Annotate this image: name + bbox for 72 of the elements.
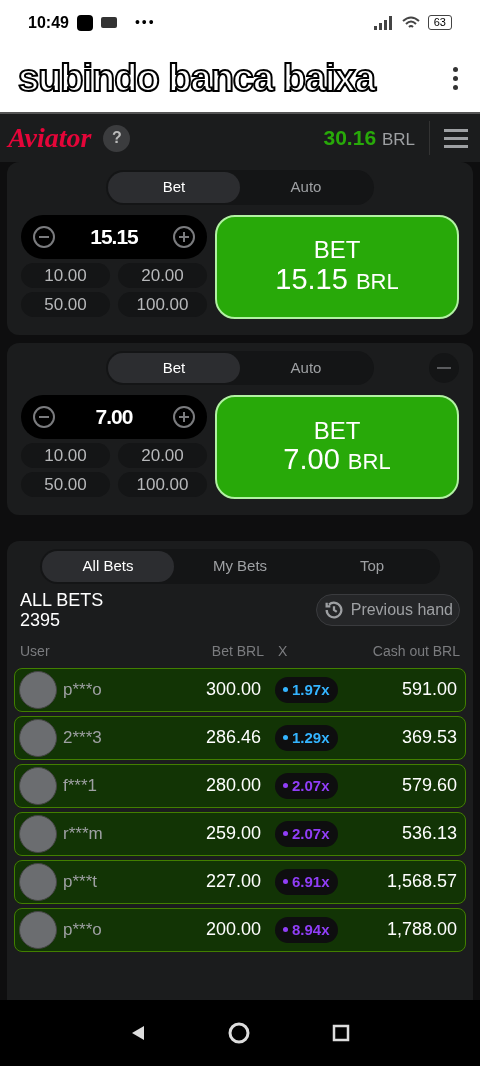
preset-amount-button[interactable]: 100.00 — [118, 472, 207, 497]
preset-amount-button[interactable]: 20.00 — [118, 262, 207, 288]
bets-title: ALL BETS — [20, 589, 104, 611]
multiplier-value: 1.29x — [292, 727, 330, 748]
preset-amount-button[interactable]: 20.00 — [118, 443, 207, 468]
avatar — [19, 670, 57, 709]
bet-amount-cell-text: 300.00 — [204, 678, 261, 702]
aviator-logo: Aviator — [8, 121, 92, 155]
back-icon[interactable] — [130, 1025, 147, 1041]
username: r***m — [63, 823, 104, 846]
more-icon: ••• — [134, 12, 156, 33]
status-time: 10:49 — [28, 12, 69, 33]
tab[interactable]: Bet — [108, 352, 240, 383]
battery-level: 63 — [427, 15, 452, 30]
remove-panel-button[interactable] — [429, 352, 459, 383]
tab[interactable]: Top — [306, 551, 438, 582]
preset-amount-button[interactable]: 50.00 — [21, 472, 110, 497]
avatar — [19, 718, 57, 757]
bets-count: 2395 — [20, 610, 62, 631]
avatar — [19, 814, 57, 853]
home-icon[interactable] — [227, 1021, 251, 1045]
app-icon — [76, 14, 93, 31]
cashout-cell-text: 579.60 — [400, 774, 458, 798]
username: p***t — [63, 871, 99, 894]
avatar — [19, 910, 57, 949]
cashout-cell-text: 1,568.57 — [385, 870, 458, 894]
bet-amount-cell-text: 286.46 — [204, 726, 261, 750]
recents-icon[interactable] — [331, 1024, 350, 1042]
preset-amount-button[interactable]: 100.00 — [118, 291, 207, 317]
video-caption: subindo banca baixa — [18, 56, 375, 101]
cashout-cell-text: 591.00 — [400, 678, 458, 702]
preset-amount-button[interactable]: 50.00 — [21, 291, 110, 317]
plus-icon[interactable] — [173, 406, 195, 428]
minus-icon[interactable] — [33, 225, 55, 248]
tab[interactable]: Auto — [240, 172, 372, 203]
column-header: Cash out BRL — [371, 641, 460, 661]
bet-amount-cell-text: 227.00 — [204, 870, 261, 894]
multiplier-value: 6.91x — [292, 871, 330, 892]
bet-amount-cell-text: 200.00 — [204, 918, 261, 942]
preset-amount-button[interactable]: 10.00 — [21, 262, 110, 288]
multiplier-value: 2.07x — [292, 823, 330, 844]
multiplier-value: 1.97x — [292, 679, 330, 700]
tab[interactable]: Bet — [108, 172, 240, 203]
tab[interactable]: Auto — [240, 352, 372, 383]
tab[interactable]: All Bets — [42, 551, 174, 582]
minus-icon[interactable] — [33, 406, 55, 428]
multiplier-value: 8.94x — [292, 919, 330, 940]
username: p***o — [63, 919, 103, 942]
bet-amount-cell-text: 280.00 — [204, 774, 261, 798]
wifi-icon — [401, 15, 420, 30]
cashout-cell-text: 536.13 — [400, 822, 458, 846]
username: f***1 — [63, 775, 99, 798]
balance: 30.16 BRL — [323, 125, 415, 152]
column-header: User — [20, 641, 51, 661]
cashout-cell-text: 369.53 — [400, 726, 458, 750]
previous-hand-button[interactable]: Previous hand — [315, 594, 460, 627]
avatar — [19, 766, 57, 805]
bet-amount-cell-text: 259.00 — [204, 822, 261, 846]
column-header: Bet BRL — [210, 641, 264, 661]
username: p***o — [63, 679, 103, 702]
bet-amount[interactable]: 15.15 — [90, 220, 138, 253]
plus-icon[interactable] — [173, 225, 195, 248]
avatar — [19, 862, 57, 901]
cashout-cell-text: 1,788.00 — [385, 918, 458, 942]
signal-icon — [373, 15, 394, 30]
column-header: X — [278, 641, 288, 661]
bet-amount[interactable]: 7.00 — [95, 401, 133, 433]
tab[interactable]: My Bets — [174, 551, 306, 582]
preset-amount-button[interactable]: 10.00 — [21, 443, 110, 468]
help-button[interactable]: ? — [103, 124, 131, 152]
multiplier-value: 2.07x — [292, 775, 330, 796]
username: 2***3 — [63, 727, 103, 750]
